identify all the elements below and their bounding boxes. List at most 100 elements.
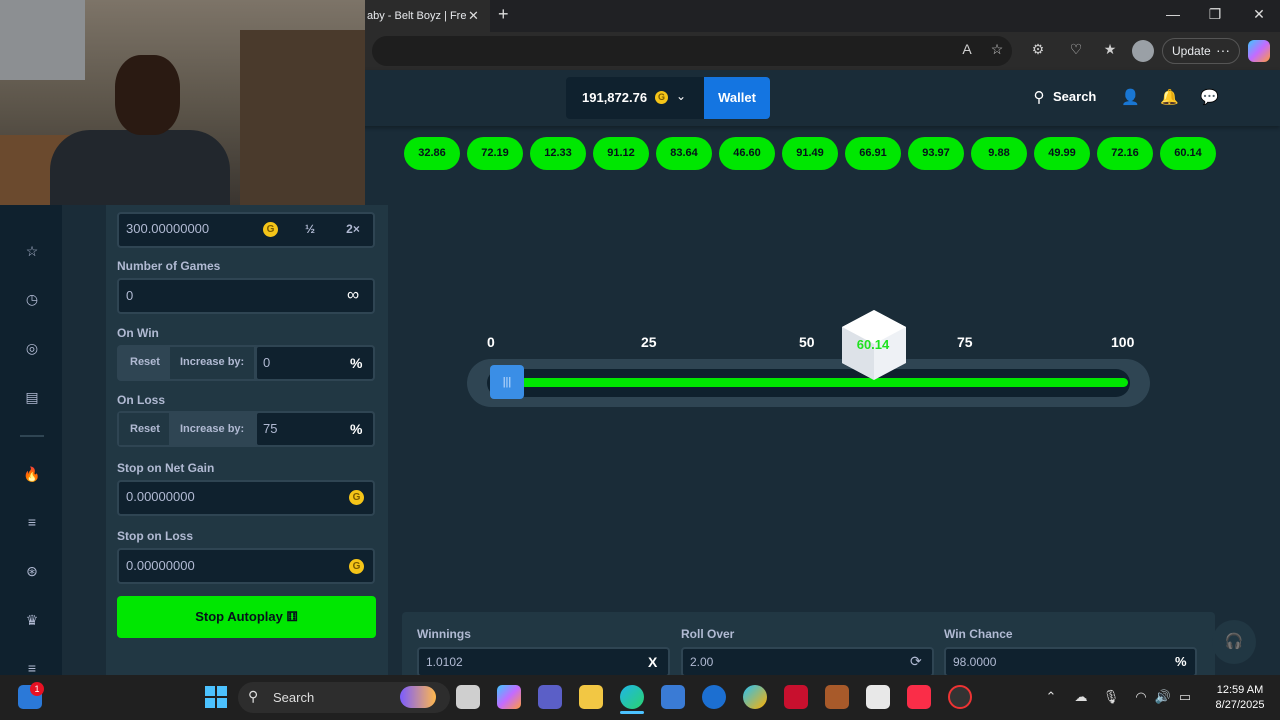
- result-pill[interactable]: 66.91: [845, 137, 901, 170]
- multiplier-icon: X: [648, 654, 658, 670]
- search-highlight-icon: [400, 686, 436, 708]
- tab-close-icon[interactable]: ✕: [468, 8, 479, 24]
- half-bet-button[interactable]: ½: [290, 222, 330, 236]
- result-pill[interactable]: 12.33: [530, 137, 586, 170]
- chat-icon[interactable]: 💬: [1200, 88, 1219, 106]
- extensions-icon[interactable]: ⚙: [1028, 41, 1048, 58]
- live-support-icon[interactable]: 🎧: [1212, 620, 1256, 664]
- hp-app-icon[interactable]: [702, 685, 726, 709]
- more-menu-icon[interactable]: ···: [1216, 38, 1230, 62]
- result-pill[interactable]: 49.99: [1034, 137, 1090, 170]
- notifications-icon[interactable]: 🔔: [1160, 88, 1179, 106]
- result-pill[interactable]: 72.16: [1097, 137, 1153, 170]
- left-nav-rail: [0, 205, 62, 675]
- recorder-app-icon[interactable]: [948, 685, 972, 709]
- coin-icon: G: [263, 222, 278, 237]
- minimize-button[interactable]: —: [1163, 6, 1183, 22]
- on-win-label: On Win: [117, 326, 159, 340]
- copilot-icon[interactable]: [1248, 40, 1270, 62]
- percent-icon: %: [350, 421, 363, 437]
- copilot-app-icon[interactable]: [497, 685, 521, 709]
- battery-icon[interactable]: ▭: [1176, 689, 1194, 705]
- search-icon[interactable]: ⚲: [1030, 88, 1048, 106]
- clock-time[interactable]: 12:59 AM: [1205, 684, 1275, 696]
- stop-on-loss-value: 0.00000000: [126, 558, 195, 573]
- swap-roll-icon[interactable]: ⟳: [910, 653, 922, 670]
- on-loss-reset-button[interactable]: Reset: [130, 423, 160, 435]
- slots-icon[interactable]: ⊛: [22, 563, 42, 580]
- show-hidden-icons[interactable]: ⌃: [1042, 689, 1060, 705]
- search-button[interactable]: Search: [1053, 89, 1096, 104]
- onedrive-icon[interactable]: ☁: [1072, 689, 1090, 705]
- microphone-icon[interactable]: 🎙: [1102, 689, 1120, 705]
- browser-essentials-icon[interactable]: ♡: [1066, 41, 1086, 58]
- more-games-icon[interactable]: ≡: [22, 660, 42, 676]
- hot-games-icon[interactable]: 🔥: [22, 466, 42, 483]
- challenges-icon[interactable]: ◎: [22, 340, 42, 357]
- active-app-indicator: [620, 711, 644, 714]
- on-win-reset-button[interactable]: Reset: [130, 356, 160, 368]
- edge-browser-icon[interactable]: [620, 685, 644, 709]
- wallet-button[interactable]: Wallet: [704, 77, 770, 119]
- stop-on-net-gain-label: Stop on Net Gain: [117, 461, 215, 475]
- teams-icon[interactable]: [538, 685, 562, 709]
- winnings-label: Winnings: [417, 627, 471, 641]
- favorite-star-icon[interactable]: ☆: [987, 41, 1007, 58]
- roll-slider-handle[interactable]: |||: [490, 365, 524, 399]
- slider-tick: 25: [641, 334, 657, 350]
- result-pill[interactable]: 60.14: [1160, 137, 1216, 170]
- restore-button[interactable]: ❐: [1205, 6, 1225, 23]
- dice-icon: ⚅: [286, 609, 298, 624]
- result-pill[interactable]: 32.86: [404, 137, 460, 170]
- new-tab-button[interactable]: +: [498, 4, 509, 25]
- number-of-games-label: Number of Games: [117, 259, 221, 273]
- result-pill[interactable]: 72.19: [467, 137, 523, 170]
- win-chance-label: Win Chance: [944, 627, 1013, 641]
- profile-avatar[interactable]: [1132, 40, 1154, 62]
- mcafee-icon[interactable]: [784, 685, 808, 709]
- on-loss-increase-label[interactable]: Increase by:: [180, 423, 244, 435]
- result-pill[interactable]: 93.97: [908, 137, 964, 170]
- wifi-icon[interactable]: ◠: [1132, 689, 1150, 705]
- favorites-star-icon[interactable]: ☆: [22, 243, 42, 260]
- music-app-icon[interactable]: [907, 685, 931, 709]
- favorites-icon[interactable]: ★: [1100, 41, 1120, 58]
- task-view-icon[interactable]: [456, 685, 480, 709]
- minecraft-icon[interactable]: [825, 685, 849, 709]
- app-icon[interactable]: [866, 685, 890, 709]
- result-pill[interactable]: 9.88: [971, 137, 1027, 170]
- chrome-app-icon[interactable]: [743, 685, 767, 709]
- slider-tick: 75: [957, 334, 973, 350]
- infinity-icon[interactable]: ∞: [347, 285, 359, 305]
- number-of-games-field[interactable]: [117, 278, 375, 314]
- on-loss-percent-value: 75: [263, 421, 278, 436]
- webcam-overlay: [0, 0, 365, 205]
- chevron-down-icon[interactable]: ⌄: [676, 89, 686, 103]
- live-casino-icon[interactable]: ♛: [22, 612, 42, 629]
- volume-icon[interactable]: 🔊: [1154, 689, 1172, 705]
- bet-amount-value: 300.00000000: [126, 221, 210, 236]
- result-pill[interactable]: 91.49: [782, 137, 838, 170]
- slider-tick: 100: [1111, 334, 1135, 350]
- address-bar[interactable]: [372, 36, 1012, 66]
- bets-icon[interactable]: ▤: [22, 389, 42, 406]
- stop-autoplay-button[interactable]: Stop Autoplay ⚅: [117, 596, 376, 638]
- read-aloud-icon[interactable]: A: [957, 41, 977, 57]
- clock-date[interactable]: 8/27/2025: [1205, 699, 1275, 711]
- microsoft-store-icon[interactable]: [661, 685, 685, 709]
- notification-badge: 1: [30, 682, 44, 696]
- user-icon[interactable]: 👤: [1121, 88, 1140, 106]
- originals-icon[interactable]: ≡: [22, 514, 42, 530]
- roll-slider-win-range: [510, 378, 1128, 387]
- balance-amount: 191,872.76: [582, 90, 648, 105]
- start-button[interactable]: [205, 686, 227, 708]
- double-bet-button[interactable]: 2×: [333, 222, 373, 236]
- result-pill[interactable]: 46.60: [719, 137, 775, 170]
- result-pill[interactable]: 91.12: [593, 137, 649, 170]
- close-window-button[interactable]: ✕: [1249, 6, 1269, 23]
- coin-icon: G: [349, 490, 364, 505]
- recent-history-icon[interactable]: ◷: [22, 291, 42, 308]
- roll-over-field[interactable]: [681, 647, 934, 677]
- file-explorer-icon[interactable]: [579, 685, 603, 709]
- result-pill[interactable]: 83.64: [656, 137, 712, 170]
